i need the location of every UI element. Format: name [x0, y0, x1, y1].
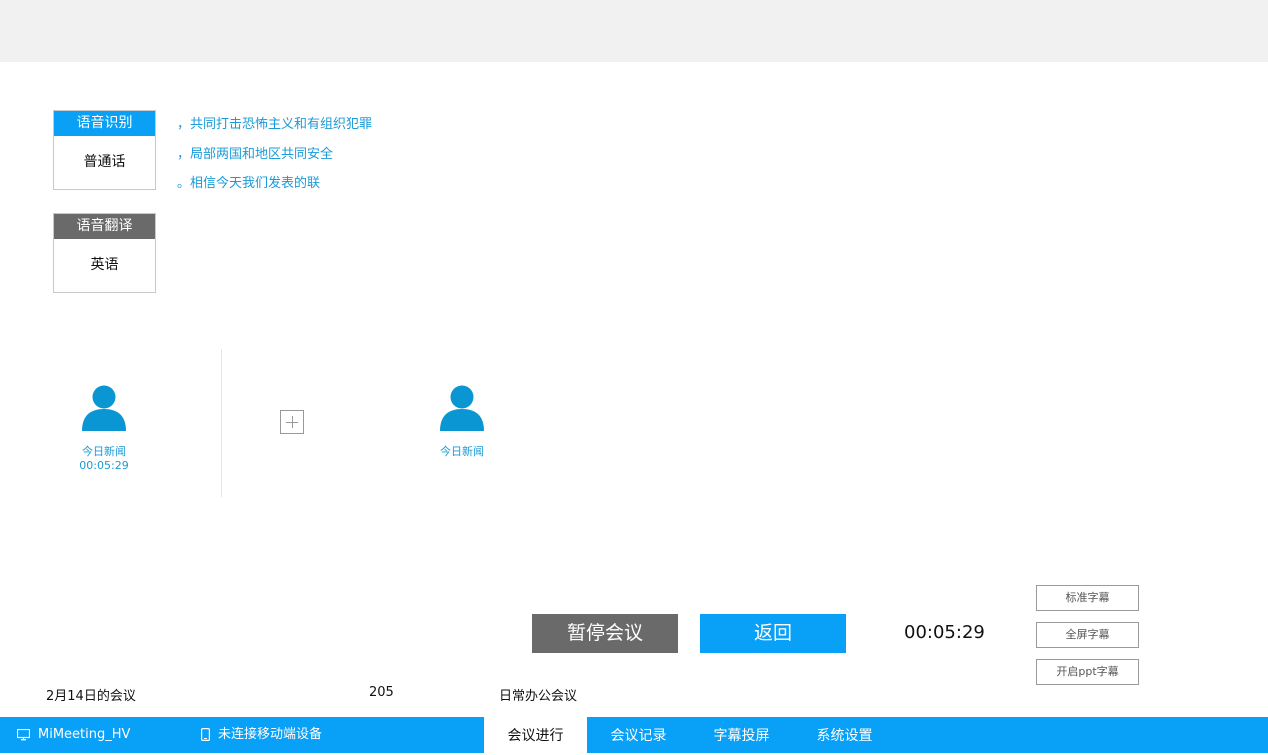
mobile-status: 未连接移动端设备 [201, 717, 322, 753]
mobile-status-text: 未连接移动端设备 [218, 727, 323, 742]
device-name: MiMeeting_HV [38, 727, 131, 742]
tab-meeting-records[interactable]: 会议记录 [587, 717, 690, 753]
tab-subtitle-projection[interactable]: 字幕投屏 [690, 717, 793, 753]
speech-translation-language[interactable]: 英语 [54, 239, 155, 292]
standard-subtitle-button[interactable]: 标准字幕 [1036, 585, 1139, 611]
speech-translation-box[interactable]: 语音翻译 英语 [53, 213, 156, 293]
meeting-timer: 00:05:29 [904, 622, 985, 643]
meeting-title: 2月14日的会议 [46, 689, 136, 704]
pause-meeting-button[interactable]: 暂停会议 [532, 614, 678, 653]
participant-name: 今日新闻 [82, 445, 126, 458]
user-avatar-icon [82, 385, 126, 431]
participant-name: 今日新闻 [440, 445, 484, 458]
speech-translation-header: 语音翻译 [54, 214, 155, 239]
meeting-room: 205 [369, 685, 394, 700]
participant-card[interactable]: 今日新闻 00:05:29 [54, 385, 154, 473]
add-participant-button[interactable] [280, 410, 304, 434]
device-status: MiMeeting_HV [17, 717, 130, 753]
transcript-line: ，共同打击恐怖主义和有组织犯罪 [177, 117, 373, 132]
tab-system-settings[interactable]: 系统设置 [793, 717, 896, 753]
fullscreen-subtitle-button[interactable]: 全屏字幕 [1036, 622, 1139, 648]
participant-card[interactable]: 今日新闻 [412, 385, 512, 459]
monitor-icon [17, 728, 30, 740]
ppt-subtitle-button[interactable]: 开启ppt字幕 [1036, 659, 1139, 685]
speech-recognition-language[interactable]: 普通话 [54, 136, 155, 189]
mobile-phone-icon [201, 728, 210, 741]
speech-recognition-box[interactable]: 语音识别 普通话 [53, 110, 156, 190]
transcript-line: 。相信今天我们发表的联 [177, 176, 321, 191]
back-button[interactable]: 返回 [700, 614, 846, 653]
user-avatar-icon [440, 385, 484, 431]
meeting-type: 日常办公会议 [499, 689, 578, 704]
speech-recognition-header: 语音识别 [54, 111, 155, 136]
bottom-status-bar: MiMeeting_HV 未连接移动端设备 会议进行 会议记录 字幕投屏 系统设… [0, 717, 1268, 753]
tab-meeting-in-progress[interactable]: 会议进行 [484, 717, 587, 753]
participant-divider [221, 349, 222, 497]
top-header-bar [0, 0, 1268, 62]
participant-duration: 00:05:29 [79, 459, 129, 472]
transcript-line: ，局部两国和地区共同安全 [177, 146, 334, 162]
transcript-area: ，共同打击恐怖主义和有组织犯罪 ，局部两国和地区共同安全 。相信今天我们发表的联 [177, 113, 372, 202]
